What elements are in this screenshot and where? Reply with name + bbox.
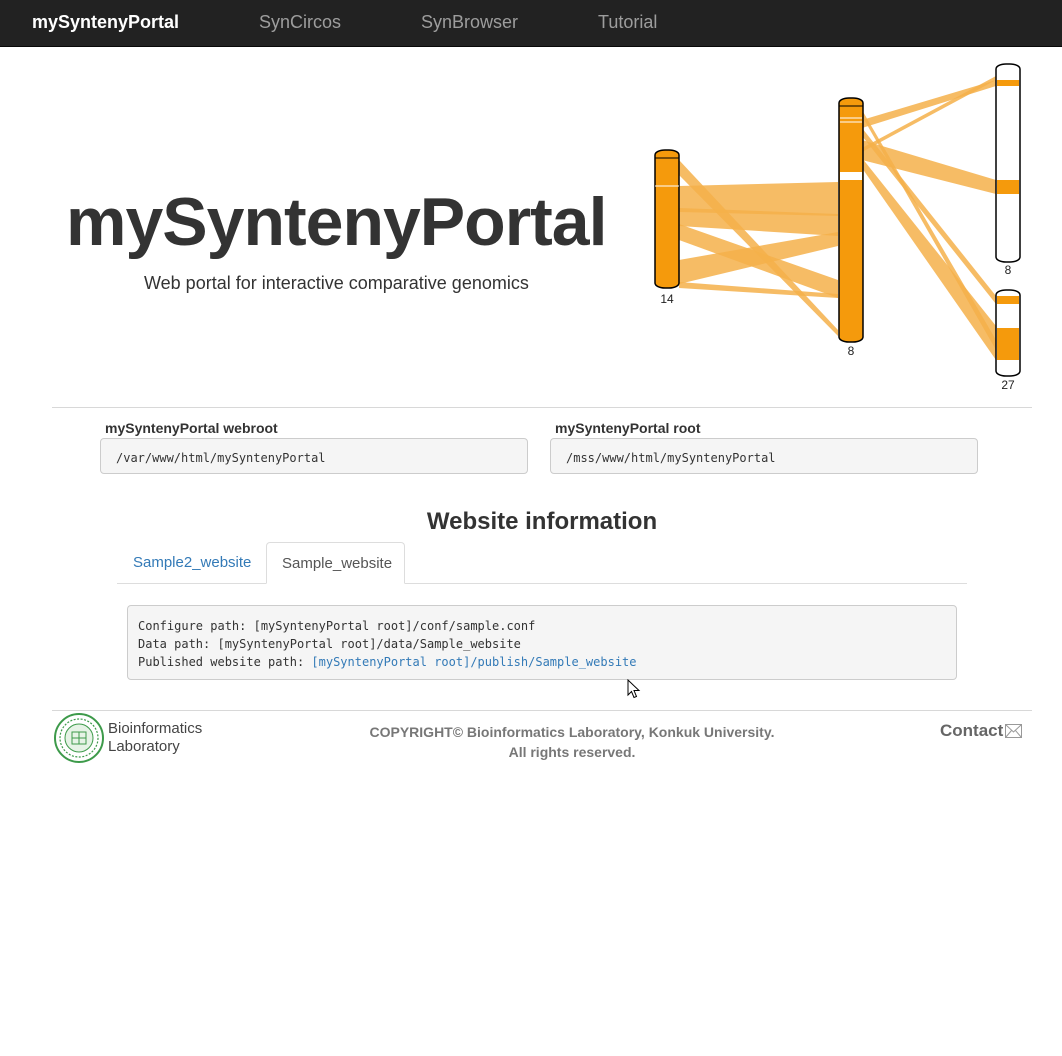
root-label: mySyntenyPortal root	[555, 420, 701, 436]
nav-link-syncircos[interactable]: SynCircos	[259, 12, 341, 33]
published-path-label: Published website path:	[138, 655, 312, 669]
contact-link[interactable]: Contact	[940, 721, 1023, 741]
hero-subtitle: Web portal for interactive comparative g…	[144, 273, 529, 293]
synteny-ribbons	[679, 76, 996, 360]
chromosome-label: 27	[1001, 378, 1015, 392]
envelope-icon	[1005, 724, 1023, 738]
synteny-ribbon	[862, 128, 996, 304]
contact-label: Contact	[940, 721, 1004, 740]
chromosome-8-middle	[838, 97, 864, 343]
website-info-panel: Configure path: [mySyntenyPortal root]/c…	[127, 605, 957, 680]
synteny-ribbon	[862, 76, 996, 152]
chromosome-8-right	[995, 63, 1021, 263]
copyright-line1: COPYRIGHT© Bioinformatics Laboratory, Ko…	[369, 724, 775, 740]
nav-link-synbrowser[interactable]: SynBrowser	[421, 12, 518, 33]
copyright-line2: All rights reserved.	[508, 744, 636, 760]
lab-name: Bioinformatics Laboratory	[108, 720, 202, 756]
nav-link-tutorial[interactable]: Tutorial	[598, 12, 657, 33]
published-path-link[interactable]: [mySyntenyPortal root]/publish/Sample_we…	[311, 655, 636, 669]
website-info-title: Website information	[426, 508, 658, 535]
chromosome-label: 8	[848, 344, 855, 358]
footer-divider	[52, 710, 1032, 711]
tab-sample-website[interactable]: Sample_website	[266, 542, 405, 584]
navbar: mySyntenyPortal SynCircos SynBrowser Tut…	[0, 0, 1062, 47]
root-path-box: /mss/www/html/mySyntenyPortal	[550, 438, 978, 474]
hero-title: mySyntenyPortal	[66, 184, 608, 260]
webroot-label: mySyntenyPortal webroot	[105, 420, 278, 436]
chromosome-label: 14	[660, 292, 674, 306]
chromosome-label: 8	[1005, 263, 1012, 277]
lab-name-line2: Laboratory	[108, 738, 180, 755]
published-path: Published website path: [mySyntenyPortal…	[138, 653, 946, 671]
brand-link[interactable]: mySyntenyPortal	[32, 12, 179, 33]
data-path: Data path: [mySyntenyPortal root]/data/S…	[138, 637, 521, 651]
chromosome-14	[654, 149, 680, 289]
tab-sample2-website[interactable]: Sample2_website	[118, 542, 266, 584]
section-divider	[52, 407, 1032, 408]
chromosome-27	[995, 289, 1021, 377]
webroot-path-box: /var/www/html/mySyntenyPortal	[100, 438, 528, 474]
university-seal-logo	[54, 713, 104, 763]
mouse-pointer-icon	[627, 679, 641, 699]
lab-name-line1: Bioinformatics	[108, 720, 203, 737]
synteny-graphic: 14 8 8 27	[654, 63, 1021, 392]
configure-path: Configure path: [mySyntenyPortal root]/c…	[138, 619, 536, 633]
copyright: COPYRIGHT© Bioinformatics Laboratory, Ko…	[330, 722, 814, 762]
synteny-ribbon	[862, 110, 996, 350]
